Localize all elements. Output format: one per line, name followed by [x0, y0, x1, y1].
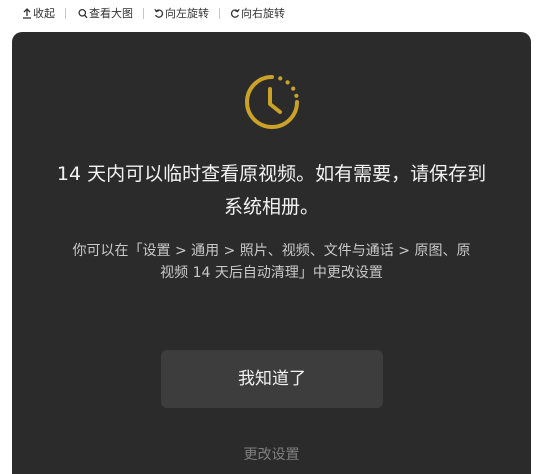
rotate-right-icon	[230, 8, 240, 18]
image-viewer-toolbar: 收起 查看大图 向左旋转 向右旋转	[0, 0, 542, 26]
change-settings-link[interactable]: 更改设置	[12, 444, 531, 466]
rotate-left-icon	[154, 8, 164, 18]
headline-line: 14 天内可以临时查看原视频。如有需要，请保存到	[56, 163, 487, 185]
got-it-button[interactable]: 我知道了	[161, 350, 383, 408]
dialog-headline: 14 天内可以临时查看原视频。如有需要，请保存到 系统相册。	[12, 158, 531, 224]
description-line: 视频 14 天后自动清理」中更改设置	[160, 265, 383, 281]
dialog-description: 你可以在「设置 > 通用 > 照片、视频、文件与通话 > 原图、原 视频 14 …	[12, 240, 531, 284]
rotate-left-label: 向左旋转	[165, 7, 209, 20]
rotate-right-label: 向右旋转	[241, 7, 285, 20]
collapse-label: 收起	[33, 7, 55, 20]
clock-timer-icon	[245, 75, 299, 129]
collapse-button[interactable]: 收起	[0, 6, 65, 20]
search-icon	[78, 8, 88, 18]
view-large-label: 查看大图	[89, 7, 133, 20]
collapse-icon	[23, 7, 31, 19]
view-large-button[interactable]: 查看大图	[66, 6, 143, 20]
rotate-right-button[interactable]: 向右旋转	[220, 6, 295, 20]
headline-line: 系统相册。	[223, 196, 319, 218]
description-line: 你可以在「设置 > 通用 > 照片、视频、文件与通话 > 原图、原	[72, 243, 471, 259]
rotate-left-button[interactable]: 向左旋转	[144, 6, 219, 20]
